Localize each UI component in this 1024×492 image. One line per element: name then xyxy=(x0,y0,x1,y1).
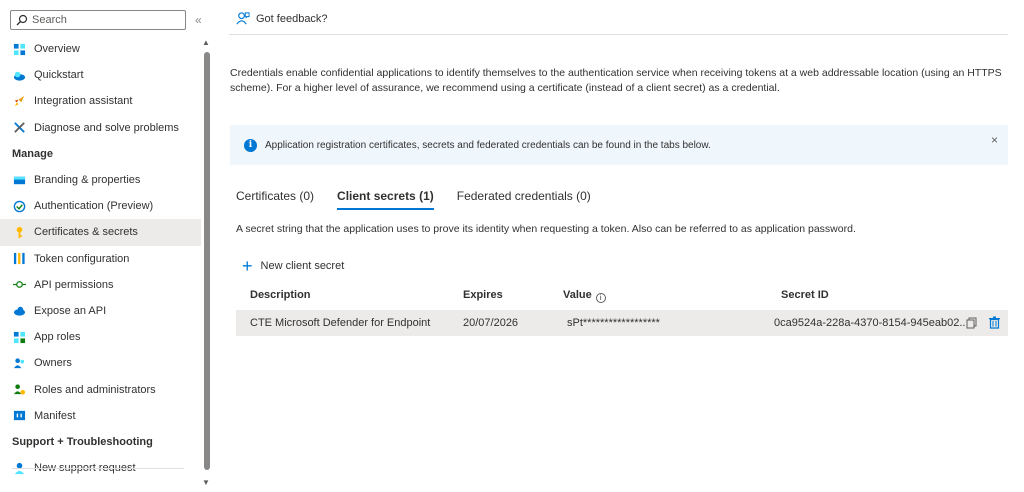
sidebar-item-label: Authentication (Preview) xyxy=(34,200,154,213)
banner-text: Application registration certificates, s… xyxy=(265,139,711,151)
sidebar-nav: Overview Quickstart Integration assistan… xyxy=(0,36,201,481)
search-icon xyxy=(16,14,28,26)
sidebar-item-branding[interactable]: Branding & properties xyxy=(0,167,201,193)
rocket-icon xyxy=(12,94,26,108)
secret-value: sPt****************** xyxy=(567,317,660,329)
new-client-secret-label: New client secret xyxy=(260,260,345,272)
tab-client-secrets[interactable]: Client secrets (1) xyxy=(337,189,434,210)
sidebar-item-label: Token configuration xyxy=(34,252,130,265)
authentication-icon xyxy=(12,199,26,213)
copy-icon[interactable] xyxy=(966,317,978,329)
feedback-button[interactable]: Got feedback? xyxy=(235,11,328,26)
info-icon: i xyxy=(244,138,257,152)
search-box[interactable] xyxy=(10,10,186,30)
collapse-sidebar-icon[interactable]: « xyxy=(195,13,202,27)
sidebar-item-label: App roles xyxy=(34,331,81,344)
sidebar-item-authentication[interactable]: Authentication (Preview) xyxy=(0,193,201,219)
manage-header: Manage xyxy=(12,147,53,160)
sidebar-item-manifest[interactable]: Manifest xyxy=(0,403,201,429)
sidebar-item-diagnose[interactable]: Diagnose and solve problems xyxy=(0,115,201,141)
sidebar-scrollbar[interactable]: ▲ ▼ xyxy=(202,38,212,488)
overview-icon xyxy=(12,42,26,56)
sidebar-item-overview[interactable]: Overview xyxy=(0,36,201,62)
sidebar-item-label: Diagnose and solve problems xyxy=(34,121,179,134)
api-permissions-icon xyxy=(12,278,26,292)
search-input[interactable] xyxy=(32,14,182,26)
support-divider xyxy=(12,468,184,469)
delete-icon[interactable] xyxy=(988,316,1001,329)
table-header: Description Expires Value i Secret ID xyxy=(236,285,1008,305)
feedback-icon xyxy=(236,12,250,25)
sidebar-item-token-configuration[interactable]: Token configuration xyxy=(0,246,201,272)
feedback-label: Got feedback? xyxy=(256,12,328,25)
sidebar-item-certificates-secrets[interactable]: Certificates & secrets xyxy=(0,219,201,246)
main-content: Got feedback? Credentials enable confide… xyxy=(229,0,1009,492)
info-banner: i Application registration certificates,… xyxy=(230,125,1008,165)
sidebar-item-expose-api[interactable]: Expose an API xyxy=(0,298,201,324)
sidebar-item-label: Integration assistant xyxy=(34,95,133,108)
cloud-icon xyxy=(12,304,26,318)
scroll-thumb[interactable] xyxy=(204,52,210,470)
scroll-down-icon[interactable]: ▼ xyxy=(202,478,210,487)
plus-icon: + xyxy=(242,256,253,276)
scroll-up-icon[interactable]: ▲ xyxy=(202,38,210,47)
sidebar-item-label: Quickstart xyxy=(34,69,84,82)
wrench-icon xyxy=(12,121,26,135)
support-header: Support + Troubleshooting xyxy=(12,435,153,448)
quickstart-icon xyxy=(12,68,26,82)
value-info-icon[interactable]: i xyxy=(595,293,606,303)
sidebar-item-label: Overview xyxy=(34,43,80,56)
sidebar: « Overview Quickstart Integration assist… xyxy=(0,0,215,492)
tab-federated-credentials[interactable]: Federated credentials (0) xyxy=(457,189,591,210)
sidebar-item-owners[interactable]: Owners xyxy=(0,350,201,376)
sidebar-item-label: Owners xyxy=(34,357,72,370)
credential-tabs: Certificates (0) Client secrets (1) Fede… xyxy=(236,189,614,210)
sidebar-item-label: Certificates & secrets xyxy=(34,226,138,239)
credentials-description: Credentials enable confidential applicat… xyxy=(230,67,1002,94)
sidebar-item-integration-assistant[interactable]: Integration assistant xyxy=(0,88,201,114)
column-value-label: Value xyxy=(563,289,592,301)
sidebar-item-label: Branding & properties xyxy=(34,174,141,187)
tab-certificates[interactable]: Certificates (0) xyxy=(236,189,314,210)
new-client-secret-button[interactable]: + New client secret xyxy=(242,256,345,276)
sidebar-item-label: Manifest xyxy=(34,409,76,422)
column-value: Value i xyxy=(563,289,606,303)
secret-description: CTE Microsoft Defender for Endpoint xyxy=(250,317,431,329)
branding-icon xyxy=(12,173,26,187)
sidebar-item-api-permissions[interactable]: API permissions xyxy=(0,272,201,298)
tab-description: A secret string that the application use… xyxy=(236,223,856,235)
sidebar-item-app-roles[interactable]: App roles xyxy=(0,324,201,350)
manifest-icon xyxy=(12,409,26,423)
secret-expires: 20/07/2026 xyxy=(463,317,519,329)
column-secret-id: Secret ID xyxy=(781,289,829,301)
sidebar-item-label: Roles and administrators xyxy=(34,383,156,396)
token-icon xyxy=(12,252,26,266)
sidebar-item-quickstart[interactable]: Quickstart xyxy=(0,62,201,88)
owners-icon xyxy=(12,356,26,370)
roles-icon xyxy=(12,383,26,397)
key-icon xyxy=(12,225,26,239)
app-roles-icon xyxy=(12,330,26,344)
table-row[interactable]: CTE Microsoft Defender for Endpoint 20/0… xyxy=(236,310,1008,336)
sidebar-item-label: Expose an API xyxy=(34,304,107,317)
secret-id: 0ca9524a-228a-4370-8154-945eab02... xyxy=(774,317,969,329)
sidebar-item-label: API permissions xyxy=(34,278,114,291)
header-divider xyxy=(229,34,1008,35)
close-icon[interactable]: × xyxy=(991,133,998,147)
sidebar-item-roles-administrators[interactable]: Roles and administrators xyxy=(0,376,201,402)
column-description: Description xyxy=(250,289,311,301)
column-expires: Expires xyxy=(463,289,503,301)
